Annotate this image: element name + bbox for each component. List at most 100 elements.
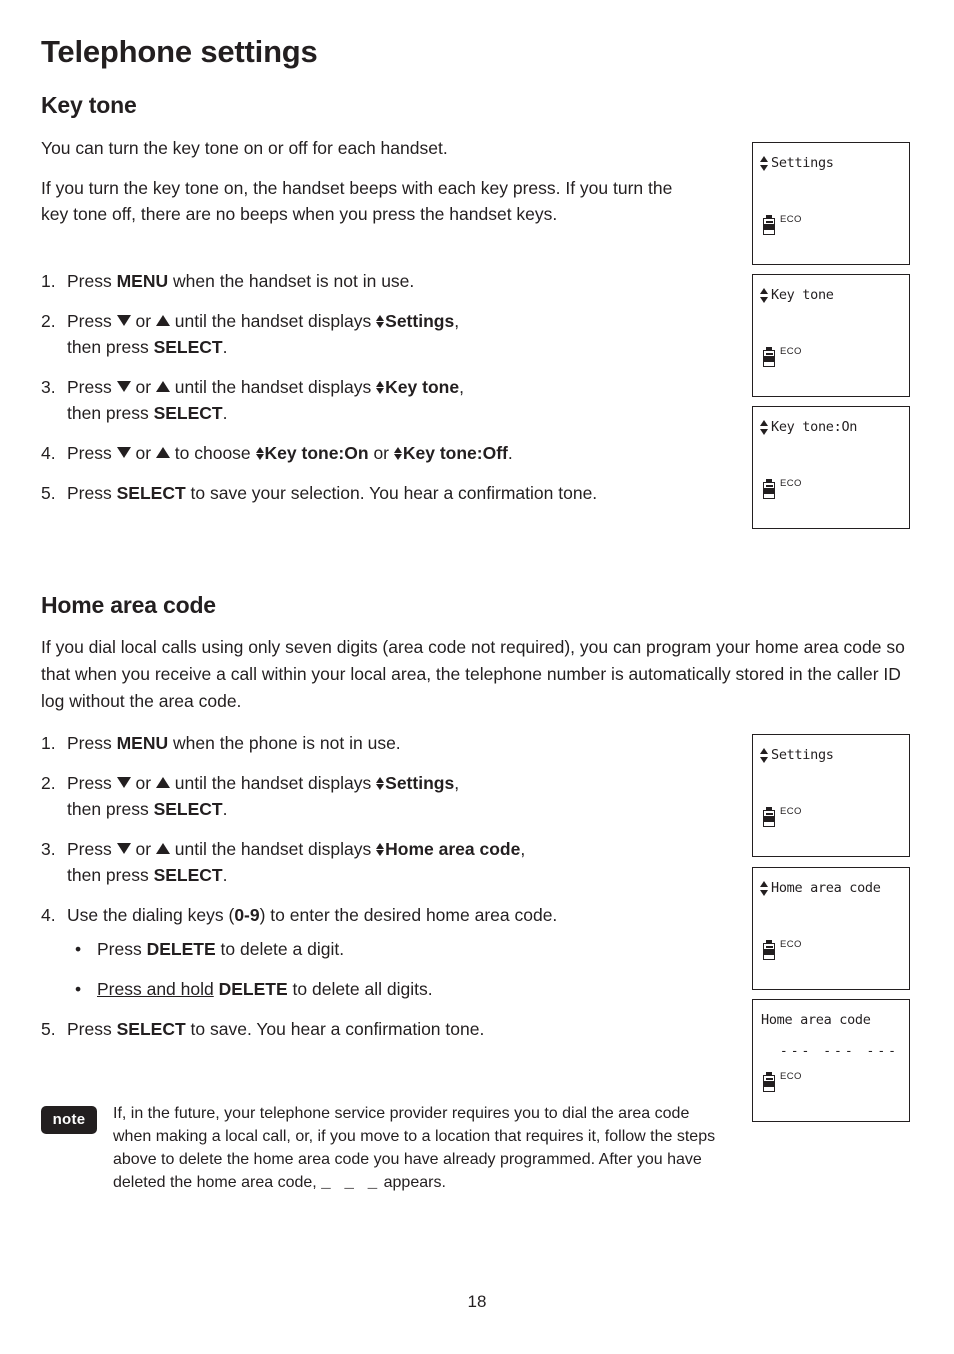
battery-icon	[763, 1072, 775, 1092]
step-comma: ,	[459, 377, 464, 397]
step-comma: ,	[454, 773, 460, 793]
step-text-line2a: then press	[67, 403, 154, 423]
updown-arrow-icon	[376, 380, 385, 395]
step-text-c: to save your selection. You hear a confi…	[185, 483, 598, 503]
step-item: 2. Press or until the handset displays S…	[41, 308, 701, 360]
step-text-pre: Press	[67, 443, 117, 463]
bullet-dot-icon: •	[75, 979, 82, 999]
eco-label: ECO	[780, 478, 802, 489]
bullet-key-label: DELETE	[213, 979, 288, 999]
lcd-title: Home area code	[771, 880, 881, 896]
step-text-line2a: then press	[67, 337, 154, 357]
step-menu-target-2: Key tone:Off	[402, 443, 508, 463]
bullet-text-c: to delete a digit.	[215, 939, 345, 959]
step-number: 1.	[41, 271, 56, 291]
step-text-pre: Press	[67, 311, 117, 331]
step-dial-keys: 0-9	[234, 905, 260, 925]
updown-arrow-icon	[760, 420, 769, 435]
lcd-value: --- --- ---	[779, 1044, 899, 1059]
step-text-line2c: .	[222, 865, 228, 885]
note-text: If, in the future, your telephone servic…	[113, 1102, 721, 1195]
step-key-label: SELECT	[116, 1019, 186, 1039]
bullet-text-c: to delete all digits.	[287, 979, 433, 999]
step-text-line2c: .	[222, 799, 228, 819]
step-key-label: SELECT	[116, 483, 186, 503]
updown-arrow-icon	[760, 748, 769, 763]
step-key-label: SELECT	[153, 403, 223, 423]
bullet-item: • Press DELETE to delete a digit.	[67, 936, 701, 962]
updown-arrow-icon	[760, 156, 769, 171]
battery-icon	[763, 940, 775, 960]
step-number: 2.	[41, 773, 56, 793]
step-text-pre: Press	[67, 377, 117, 397]
step-item: 2. Press or until the handset displays S…	[41, 770, 701, 822]
lcd-screen-key-tone-on: Key tone:On ECO	[752, 406, 910, 529]
home-area-code-step-list: 1. Press MENU when the phone is not in u…	[41, 730, 701, 1056]
bullet-text-underlined: Press and hold	[97, 979, 214, 999]
step-item: 3. Press or until the handset displays K…	[41, 374, 701, 426]
eco-label: ECO	[780, 806, 802, 817]
step-text-c: to save. You hear a confirmation tone.	[185, 1019, 485, 1039]
triangle-down-icon	[116, 315, 131, 326]
triangle-down-icon	[116, 447, 131, 458]
step-number: 4.	[41, 443, 56, 463]
step-text-c: when the handset is not in use.	[168, 271, 415, 291]
page-number: 18	[467, 1292, 487, 1311]
eco-label: ECO	[780, 346, 802, 357]
battery-icon	[763, 479, 775, 499]
triangle-up-icon	[155, 381, 170, 392]
step-text-mid: or	[130, 773, 156, 793]
step-text-line2a: then press	[67, 799, 154, 819]
step-text-a: Press	[67, 1019, 117, 1039]
home-area-code-paragraph-1: If you dial local calls using only seven…	[41, 637, 905, 711]
lcd-screen-settings-key-tone: Settings ECO	[752, 142, 910, 265]
section-heading-key-tone: Key tone	[41, 92, 137, 118]
lcd-title: Home area code	[761, 1012, 871, 1028]
step-key-label: SELECT	[153, 865, 223, 885]
step-text-pre: Press	[67, 839, 117, 859]
eco-label: ECO	[780, 214, 802, 225]
step-key-label: SELECT	[153, 799, 223, 819]
step-number: 3.	[41, 377, 56, 397]
step-joiner: or	[368, 443, 394, 463]
step-text-line2c: .	[222, 403, 228, 423]
step-item: 3. Press or until the handset displays H…	[41, 836, 701, 888]
step-text-mid: or	[130, 311, 156, 331]
step-item: 1. Press MENU when the phone is not in u…	[41, 730, 701, 756]
updown-arrow-icon	[760, 288, 769, 303]
step-text-mid: or	[130, 377, 156, 397]
step-text-a: Press	[67, 483, 117, 503]
document-page: Telephone settings Key tone You can turn…	[0, 0, 954, 1354]
updown-arrow-icon	[255, 446, 265, 461]
step-text-c: ) to enter the desired home area code.	[259, 905, 558, 925]
note-text-part2: appears.	[379, 1174, 446, 1191]
updown-arrow-icon	[760, 881, 769, 896]
step-menu-target: Key tone	[385, 377, 460, 397]
bullet-dot-icon: •	[75, 939, 82, 959]
lcd-screen-key-tone: Key tone ECO	[752, 274, 910, 397]
step-text-a: Press	[67, 271, 117, 291]
lcd-screen-home-area-code: Home area code ECO	[752, 867, 910, 990]
step-text-a: Use the dialing keys (	[67, 905, 235, 925]
note-blank-marks: _ _ _	[321, 1174, 380, 1192]
battery-icon	[763, 215, 775, 235]
eco-label: ECO	[780, 939, 802, 950]
step-text-post: until the handset displays	[169, 773, 377, 793]
step-key-label: MENU	[116, 271, 169, 291]
step-item: 5. Press SELECT to save. You hear a conf…	[41, 1016, 701, 1042]
step-item: 5. Press SELECT to save your selection. …	[41, 480, 701, 506]
updown-arrow-icon	[376, 842, 385, 857]
triangle-down-icon	[116, 381, 131, 392]
step-menu-target: Home area code	[385, 839, 521, 859]
step-menu-target: Key tone:On	[264, 443, 369, 463]
eco-label: ECO	[780, 1071, 802, 1082]
step-number: 5.	[41, 1019, 56, 1039]
step-text-post: until the handset displays	[169, 377, 377, 397]
triangle-down-icon	[116, 843, 131, 854]
lcd-title: Settings	[771, 155, 834, 171]
bullet-text-a: Press	[97, 939, 147, 959]
step-text-mid: or	[130, 839, 156, 859]
step-menu-target: Settings	[385, 773, 455, 793]
page-title: Telephone settings	[41, 34, 318, 69]
triangle-up-icon	[155, 447, 170, 458]
